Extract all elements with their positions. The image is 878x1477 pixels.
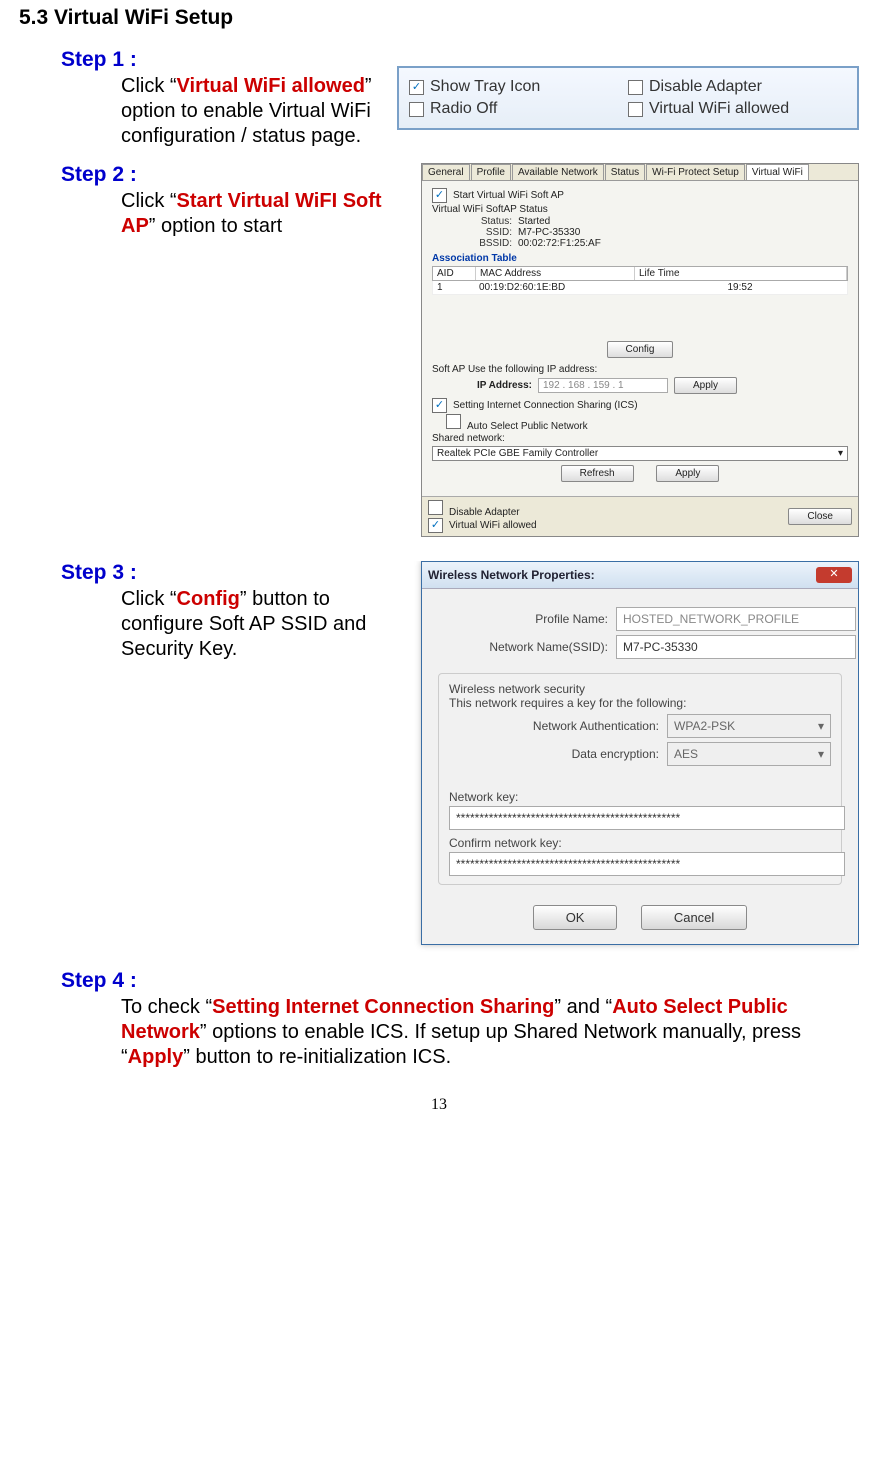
ssid-value: M7-PC-35330 bbox=[518, 227, 580, 238]
checkbox-icon bbox=[409, 102, 424, 117]
tab-available-network[interactable]: Available Network bbox=[512, 164, 604, 180]
step4-label: Step 4 : bbox=[61, 969, 859, 993]
figure-step2: General Profile Available Network Status… bbox=[421, 163, 859, 537]
apply-ip-button[interactable]: Apply bbox=[674, 377, 737, 394]
security-title: Wireless network security bbox=[449, 682, 831, 696]
auto-select-option[interactable]: Auto Select Public Network bbox=[446, 414, 848, 432]
table-row[interactable]: 1 00:19:D2:60:1E:BD 19:52 bbox=[432, 281, 848, 295]
ok-button[interactable]: OK bbox=[533, 905, 618, 930]
checkbox-icon: ✓ bbox=[432, 188, 447, 203]
ssid-input[interactable]: M7-PC-35330 bbox=[616, 635, 856, 659]
highlight: Config bbox=[177, 588, 240, 610]
tray-options-panel: ✓Show Tray Icon Disable Adapter Radio Of… bbox=[397, 66, 859, 130]
step3-text: Click “Config” button to configure Soft … bbox=[121, 587, 401, 662]
radio-off-option[interactable]: Radio Off bbox=[409, 98, 628, 120]
disable-adapter-option[interactable]: Disable Adapter bbox=[428, 500, 537, 518]
checkbox-icon bbox=[628, 80, 643, 95]
checkbox-icon: ✓ bbox=[432, 398, 447, 413]
tab-virtual-wifi[interactable]: Virtual WiFi bbox=[746, 164, 809, 180]
virtual-wifi-allowed-option[interactable]: ✓Virtual WiFi allowed bbox=[428, 518, 537, 533]
encryption-select[interactable]: AES▾ bbox=[667, 742, 831, 766]
close-button[interactable]: Close bbox=[788, 508, 852, 525]
step4-text: To check “Setting Internet Connection Sh… bbox=[121, 995, 841, 1070]
table-header: AID MAC Address Life Time bbox=[432, 266, 848, 281]
checkbox-icon bbox=[446, 414, 461, 429]
step2-text: Click “Start Virtual WiFI Soft AP” optio… bbox=[121, 189, 401, 239]
bssid-value: 00:02:72:F1:25:AF bbox=[518, 238, 601, 249]
tab-profile[interactable]: Profile bbox=[471, 164, 511, 180]
ip-helper-text: Soft AP Use the following IP address: bbox=[432, 364, 848, 375]
tab-wps[interactable]: Wi-Fi Protect Setup bbox=[646, 164, 745, 180]
virtual-wifi-panel: General Profile Available Network Status… bbox=[421, 163, 859, 537]
highlight: Apply bbox=[128, 1046, 184, 1068]
status-value: Started bbox=[518, 216, 550, 227]
virtual-wifi-allowed-option[interactable]: Virtual WiFi allowed bbox=[628, 98, 847, 120]
show-tray-icon-option[interactable]: ✓Show Tray Icon bbox=[409, 76, 628, 98]
tab-general[interactable]: General bbox=[422, 164, 470, 180]
figure-step1: ✓Show Tray Icon Disable Adapter Radio Of… bbox=[397, 48, 859, 130]
security-subtitle: This network requires a key for the foll… bbox=[449, 696, 831, 710]
ip-input[interactable]: 192 . 168 . 159 . 1 bbox=[538, 378, 668, 393]
highlight: Setting Internet Connection Sharing bbox=[212, 996, 554, 1018]
step1-text: Click “Virtual WiFi allowed” option to e… bbox=[121, 74, 401, 149]
association-table-label: Association Table bbox=[432, 253, 848, 264]
checkbox-icon bbox=[628, 102, 643, 117]
shared-network-select[interactable]: Realtek PCIe GBE Family Controller▾ bbox=[432, 446, 848, 461]
page-number: 13 bbox=[19, 1096, 859, 1114]
config-button[interactable]: Config bbox=[607, 341, 674, 358]
auth-select[interactable]: WPA2-PSK▾ bbox=[667, 714, 831, 738]
section-heading: 5.3 Virtual WiFi Setup bbox=[19, 6, 859, 30]
tab-status[interactable]: Status bbox=[605, 164, 645, 180]
tab-strip: General Profile Available Network Status… bbox=[422, 164, 858, 181]
confirm-key-input[interactable]: ****************************************… bbox=[449, 852, 845, 876]
disable-adapter-option[interactable]: Disable Adapter bbox=[628, 76, 847, 98]
wireless-properties-dialog: Wireless Network Properties: ✕ Profile N… bbox=[421, 561, 859, 945]
shared-network-label: Shared network: bbox=[432, 433, 848, 444]
checkbox-icon: ✓ bbox=[428, 518, 443, 533]
dialog-title: Wireless Network Properties: bbox=[428, 568, 595, 582]
cancel-button[interactable]: Cancel bbox=[641, 905, 747, 930]
apply-button[interactable]: Apply bbox=[656, 465, 719, 482]
figure-step3: Wireless Network Properties: ✕ Profile N… bbox=[421, 561, 859, 945]
checkbox-icon: ✓ bbox=[409, 80, 424, 95]
close-icon[interactable]: ✕ bbox=[816, 567, 852, 583]
profile-name-input[interactable]: HOSTED_NETWORK_PROFILE bbox=[616, 607, 856, 631]
highlight: Virtual WiFi allowed bbox=[177, 75, 365, 97]
softap-status-heading: Virtual WiFi SoftAP Status bbox=[432, 204, 848, 215]
ics-option[interactable]: ✓Setting Internet Connection Sharing (IC… bbox=[432, 398, 848, 413]
refresh-button[interactable]: Refresh bbox=[561, 465, 634, 482]
checkbox-icon bbox=[428, 500, 443, 515]
start-softap-option[interactable]: ✓Start Virtual WiFi Soft AP bbox=[432, 188, 848, 203]
network-key-input[interactable]: ****************************************… bbox=[449, 806, 845, 830]
